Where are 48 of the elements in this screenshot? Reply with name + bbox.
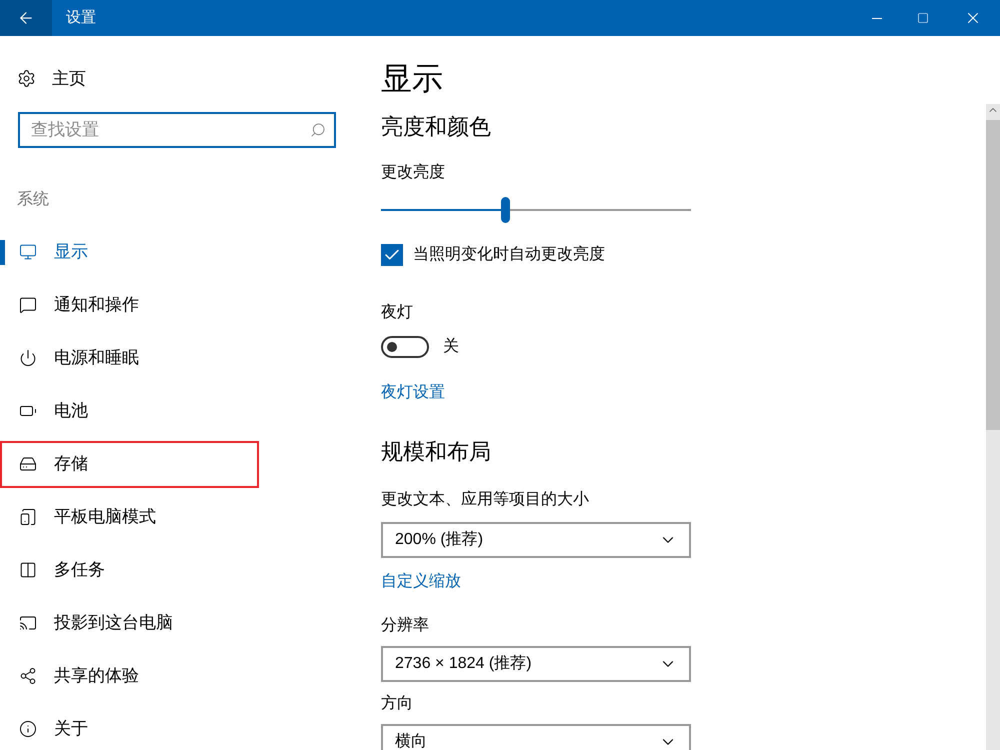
nav-item[interactable]: 显示 (0, 228, 259, 276)
tablet-icon (19, 508, 37, 526)
nav-item[interactable]: 平板电脑模式 (0, 494, 259, 540)
page-title: 显示 (381, 60, 444, 98)
dropdown[interactable]: 200% (推荐) (381, 522, 691, 558)
slider-thumb[interactable] (501, 197, 510, 223)
field-label: 更改亮度 (381, 162, 446, 183)
window-title: 设置 (66, 8, 97, 28)
checkbox-label: 当照明变化时自动更改亮度 (413, 244, 605, 265)
nav-item[interactable]: 存储 (0, 440, 259, 488)
custom-scaling-link[interactable]: 自定义缩放 (381, 570, 461, 594)
home-link[interactable]: 主页 (52, 66, 86, 92)
power-icon (19, 349, 37, 367)
nav-item[interactable]: 通知和操作 (0, 282, 259, 328)
nav-item[interactable]: 关于 (0, 706, 259, 750)
checkbox[interactable] (381, 244, 403, 266)
nav-item[interactable]: 多任务 (0, 546, 259, 594)
info-icon (19, 720, 37, 738)
windows-icon (19, 561, 37, 579)
dropdown[interactable]: 横向 (381, 724, 691, 750)
toggle-state: 关 (443, 336, 459, 357)
section-heading: 亮度和颜色 (381, 113, 492, 141)
speech-bubble-icon (19, 296, 37, 314)
nav-item[interactable]: 电池 (0, 388, 259, 434)
scrollbar[interactable] (986, 104, 1000, 750)
toggle-switch[interactable] (381, 336, 429, 358)
brightness-slider[interactable] (381, 197, 691, 223)
search-icon (310, 122, 326, 138)
field-label: 分辨率 (381, 616, 430, 636)
monitor-icon (19, 243, 37, 261)
maximize-icon (917, 12, 929, 24)
projector-icon (19, 614, 37, 632)
settings-icon (17, 69, 36, 88)
search-field[interactable]: 查找设置 (18, 112, 336, 148)
field-label: 方向 (381, 694, 414, 714)
field-label: 夜灯 (381, 302, 414, 323)
nav-item[interactable]: 投影到这台电脑 (0, 600, 259, 646)
field-label: 更改文本、应用等项目的大小 (381, 490, 590, 510)
drive-icon (19, 455, 37, 473)
section-heading: 规模和布局 (381, 438, 492, 466)
night-light-settings-link[interactable]: 夜灯设置 (381, 381, 445, 405)
share-icon (19, 667, 37, 685)
section-label: 系统 (17, 190, 50, 210)
nav-item[interactable]: 电源和睡眠 (0, 334, 259, 382)
dropdown[interactable]: 2736 × 1824 (推荐) (381, 646, 691, 682)
nav-item[interactable]: 共享的体验 (0, 652, 259, 700)
back-button[interactable] (0, 0, 52, 36)
scrollbar-thumb[interactable] (986, 120, 1000, 430)
